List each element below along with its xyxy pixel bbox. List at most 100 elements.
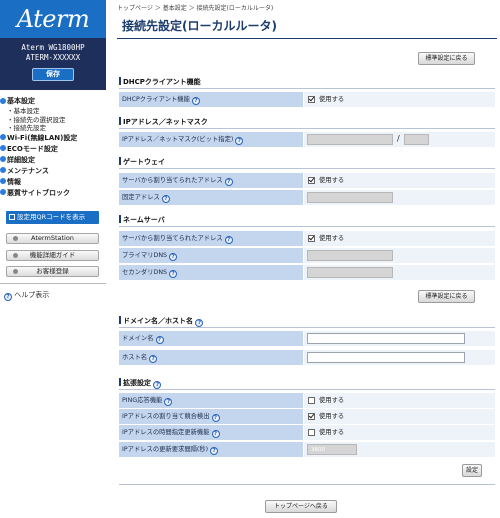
- bullet-icon: [13, 269, 18, 274]
- help-icon: ?: [4, 293, 12, 301]
- reset-defaults-button-top[interactable]: 標準設定に戻る: [418, 52, 475, 65]
- row-label: IPアドレスの時間指定更新機能 ?: [119, 425, 303, 440]
- qr-code-icon: [9, 213, 15, 220]
- breadcrumb: トップページ ＞ 基本設定 ＞ 接続先設定(ローカルルータ): [117, 5, 274, 12]
- row-label: サーバから割り当てられたアドレス ?: [119, 231, 303, 246]
- help-icon[interactable]: ?: [224, 236, 233, 244]
- row-secondary-dns: セカンダリDNS ?: [119, 265, 495, 280]
- row-domain-name: ドメイン名 ?: [119, 331, 495, 346]
- dhcp-checkbox[interactable]: [308, 96, 315, 103]
- row-primary-dns: プライマリDNS ?: [119, 248, 495, 263]
- nav-bullet-icon: [0, 178, 6, 184]
- nav-bullet-icon: [0, 156, 6, 162]
- reset-defaults-button-middle[interactable]: 標準設定に戻る: [418, 290, 475, 303]
- logo: Aterm: [0, 0, 106, 38]
- help-icon[interactable]: ?: [169, 253, 178, 261]
- customer-registration-button[interactable]: お客様登録: [6, 266, 99, 277]
- row-label: プライマリDNS ?: [119, 248, 303, 263]
- row-label: 固定アドレス ?: [119, 190, 303, 205]
- row-label: PING応答機能 ?: [119, 393, 303, 408]
- page-title: 接続先設定(ローカルルータ): [117, 14, 497, 39]
- bullet-icon: [13, 253, 18, 258]
- divider: [0, 283, 106, 284]
- atermstation-button[interactable]: AtermStation: [6, 233, 99, 244]
- help-icon[interactable]: ?: [153, 381, 162, 389]
- primary-dns-input[interactable]: [307, 250, 393, 261]
- row-gateway-fixed: 固定アドレス ?: [119, 190, 495, 205]
- row-label: ドメイン名 ?: [119, 331, 303, 346]
- row-gateway-server-assigned: サーバから割り当てられたアドレス ? 使用する: [119, 173, 495, 188]
- sidebar: Aterm Aterm WG1800HP ATERM-XXXXXX 保存 基本設…: [0, 0, 106, 518]
- help-icon[interactable]: ?: [164, 398, 173, 406]
- help-icon[interactable]: ?: [149, 355, 158, 363]
- save-button[interactable]: 保存: [32, 68, 74, 81]
- model-name: Aterm WG1800HP: [21, 43, 85, 52]
- ip-address-input[interactable]: [307, 134, 393, 145]
- section-title-domain-host: ドメイン名／ホスト名 ?: [119, 316, 204, 327]
- nav-eco-mode[interactable]: ECOモード設定: [0, 144, 106, 155]
- section-rule: [119, 389, 495, 390]
- netmask-bits-input[interactable]: [404, 134, 429, 145]
- set-button[interactable]: 設定: [462, 464, 482, 477]
- dns-auto-checkbox[interactable]: [308, 235, 315, 242]
- nav-sub-connection-settings[interactable]: ・接続先設定: [0, 124, 106, 133]
- ping-response-checkbox[interactable]: [308, 397, 315, 404]
- help-icon[interactable]: ?: [210, 447, 219, 455]
- help-icon[interactable]: ?: [195, 319, 204, 327]
- row-ip-netmask: IPアドレス／ネットマスク(ビット指定) ? /: [119, 132, 495, 147]
- section-rule: [119, 226, 495, 227]
- nav-sub-basic-settings[interactable]: ・基本設定: [0, 107, 106, 116]
- nav-bullet-icon: [0, 145, 6, 151]
- divider: [119, 484, 495, 485]
- fixed-gateway-input[interactable]: [307, 192, 393, 203]
- help-icon[interactable]: ?: [161, 195, 170, 203]
- ip-scheduled-renew-checkbox[interactable]: [308, 429, 315, 436]
- slash-separator: /: [397, 134, 400, 143]
- nav-malicious-site-block[interactable]: 悪質サイトブロック: [0, 188, 106, 199]
- section-title-dhcp: DHCPクライアント機能: [119, 77, 201, 87]
- help-icon[interactable]: ?: [224, 178, 233, 186]
- bullet-icon: [13, 236, 18, 241]
- show-qr-code-button[interactable]: 設定用QRコードを表示: [6, 211, 99, 224]
- domain-name-input[interactable]: [307, 333, 465, 344]
- nav-bullet-icon: [0, 189, 6, 195]
- nav-information[interactable]: 情報: [0, 177, 106, 188]
- section-rule: [119, 88, 495, 89]
- row-label: DHCPクライアント機能 ?: [119, 92, 303, 107]
- help-icon[interactable]: ?: [211, 430, 220, 438]
- nav-maintenance[interactable]: メンテナンス: [0, 166, 106, 177]
- help-icon[interactable]: ?: [169, 270, 178, 278]
- help-icon[interactable]: ?: [235, 137, 244, 145]
- help-icon[interactable]: ?: [155, 336, 164, 344]
- help-icon[interactable]: ?: [191, 97, 200, 105]
- row-ip-renew-interval: IPアドレスの更新要求間隔(秒) ? 3600: [119, 442, 495, 457]
- help-icon[interactable]: ?: [211, 414, 220, 422]
- row-label: IPアドレスの割り当て競合検出 ?: [119, 409, 303, 424]
- row-ip-conflict-detect: IPアドレスの割り当て競合検出 ? 使用する: [119, 409, 495, 424]
- model-info: Aterm WG1800HP ATERM-XXXXXX 保存: [0, 38, 106, 90]
- row-label: セカンダリDNS ?: [119, 265, 303, 280]
- secondary-dns-input[interactable]: [307, 267, 393, 278]
- nav-sub-connection-select[interactable]: ・接続先の選択設定: [0, 116, 106, 125]
- nav-wifi-settings[interactable]: Wi-Fi(無線LAN)設定: [0, 133, 106, 144]
- nav-basic-settings[interactable]: 基本設定: [0, 96, 106, 107]
- renew-interval-input[interactable]: 3600: [307, 444, 357, 455]
- nav-advanced-settings[interactable]: 詳細設定: [0, 155, 106, 166]
- host-name-input[interactable]: [307, 352, 465, 363]
- section-title-nameserver: ネームサーバ: [119, 215, 165, 225]
- help-toggle-link[interactable]: ? ヘルプ表示: [4, 290, 49, 301]
- section-rule: [119, 327, 495, 328]
- ip-conflict-checkbox[interactable]: [308, 413, 315, 420]
- nav-menu: 基本設定 ・基本設定 ・接続先の選択設定 ・接続先設定 Wi-Fi(無線LAN)…: [0, 96, 106, 199]
- row-label: ホスト名 ?: [119, 350, 303, 365]
- nav-bullet-icon: [0, 134, 6, 140]
- back-to-top-button[interactable]: トップページへ戻る: [265, 500, 337, 513]
- section-title-gateway: ゲートウェイ: [119, 157, 165, 167]
- section-title-ip: IPアドレス／ネットマスク: [119, 117, 208, 127]
- feature-guide-button[interactable]: 機能詳細ガイド: [6, 250, 99, 261]
- section-rule: [119, 128, 495, 129]
- row-dns-server-assigned: サーバから割り当てられたアドレス ? 使用する: [119, 231, 495, 246]
- section-rule: [119, 168, 495, 169]
- nav-bullet-icon: [0, 97, 6, 104]
- gateway-auto-checkbox[interactable]: [308, 177, 315, 184]
